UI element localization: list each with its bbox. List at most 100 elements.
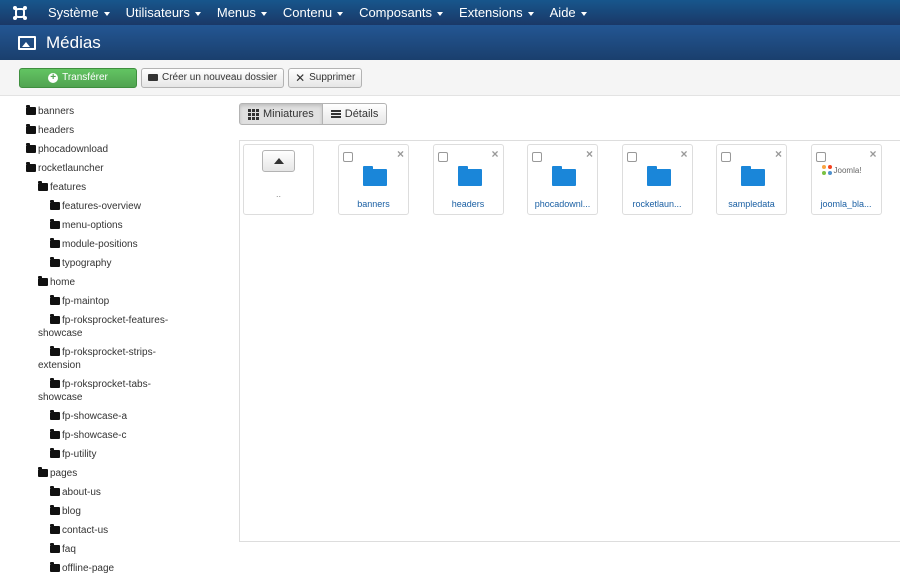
media-folder-thumb[interactable]: × sampledata xyxy=(716,144,787,215)
tree-folder-item[interactable]: banners xyxy=(26,105,74,118)
select-checkbox[interactable] xyxy=(721,152,731,162)
tree-folder-item[interactable]: features xyxy=(38,181,86,194)
folder-icon xyxy=(50,378,60,388)
folder-icon xyxy=(50,257,60,267)
nav-menu-menus[interactable]: Menus xyxy=(209,0,275,25)
tree-folder-item[interactable]: offline-page xyxy=(50,562,114,575)
delete-close-icon[interactable]: × xyxy=(491,148,498,160)
up-button[interactable] xyxy=(262,150,295,172)
select-checkbox[interactable] xyxy=(532,152,542,162)
tree-folder-label: fp-maintop xyxy=(62,296,110,307)
new-folder-button-label: Créer un nouveau dossier xyxy=(162,72,278,83)
media-item-label[interactable]: rocketlaun... xyxy=(623,199,692,209)
tree-folder-label: home xyxy=(50,277,76,288)
folder-tree: banners headers phocadownload rocketlaunche… xyxy=(26,100,226,579)
tree-folder-item[interactable]: fp-showcase-c xyxy=(50,429,126,442)
media-folder-thumb[interactable]: × banners xyxy=(338,144,409,215)
nav-menu-label: Utilisateurs xyxy=(125,5,190,20)
media-image-thumb[interactable]: × Joomla! joomla_bla... xyxy=(810,144,882,215)
view-toggle: Miniatures Détails xyxy=(239,103,388,125)
nav-menu-aide[interactable]: Aide xyxy=(542,0,595,25)
tree-folder-item[interactable]: typography xyxy=(50,257,111,270)
nav-menu-composants[interactable]: Composants xyxy=(351,0,451,25)
new-folder-button[interactable]: Créer un nouveau dossier xyxy=(141,67,285,88)
media-item-label[interactable]: phocadownl... xyxy=(528,199,597,209)
nav-menu-système[interactable]: Système xyxy=(40,0,118,25)
tree-folder-item[interactable]: phocadownload xyxy=(26,143,108,156)
caret-down-icon xyxy=(337,11,344,16)
delete-close-icon[interactable]: × xyxy=(586,148,593,160)
media-item-label[interactable]: joomla_bla... xyxy=(812,199,881,209)
folder-icon xyxy=(50,562,60,572)
joomla-logo-icon xyxy=(821,165,832,175)
folder-icon xyxy=(50,314,60,324)
tree-folder-item[interactable]: headers xyxy=(26,124,74,137)
nav-menu-label: Composants xyxy=(359,5,433,20)
joomla-logo-icon[interactable] xyxy=(0,0,40,25)
tree-folder-item[interactable]: features-overview xyxy=(50,200,141,213)
media-item-label[interactable]: headers xyxy=(434,199,503,209)
media-folder-thumb[interactable]: × rocketlaun... xyxy=(621,144,693,215)
folder-icon xyxy=(50,543,60,553)
remove-icon: ✕ xyxy=(295,70,306,85)
media-folder-thumb[interactable]: × phocadownl... xyxy=(527,144,598,215)
caret-down-icon xyxy=(527,11,534,16)
joomla-image-preview: Joomla! xyxy=(821,165,862,175)
upload-button-label: Transférer xyxy=(62,72,108,83)
folder-icon xyxy=(26,105,36,115)
folder-icon xyxy=(457,166,482,186)
tree-folder-item[interactable]: fp-showcase-a xyxy=(50,410,127,423)
tree-folder-label: faq xyxy=(62,544,76,555)
tree-folder-label: banners xyxy=(38,106,75,117)
tree-folder-item[interactable]: blog xyxy=(50,505,81,518)
tree-folder-item[interactable]: about-us xyxy=(50,486,101,499)
tree-folder-item[interactable]: pages xyxy=(38,467,77,480)
media-item-label[interactable]: banners xyxy=(339,199,408,209)
media-folder-thumb[interactable]: × headers xyxy=(432,144,504,215)
tree-folder-label: fp-showcase-a xyxy=(62,411,128,422)
folder-icon xyxy=(50,524,60,534)
nav-menu-contenu[interactable]: Contenu xyxy=(275,0,351,25)
parent-folder-thumb[interactable]: .. xyxy=(243,144,314,215)
grid-icon xyxy=(248,108,259,120)
tree-folder-item[interactable]: fp-roksprocket-strips-extension xyxy=(38,346,156,372)
folder-icon xyxy=(363,166,387,186)
folder-icon xyxy=(50,448,60,458)
tree-folder-item[interactable]: contact-us xyxy=(50,524,108,537)
caret-down-icon xyxy=(580,11,587,16)
delete-button-label: Supprimer xyxy=(309,72,356,83)
details-view-button[interactable]: Détails xyxy=(322,103,388,125)
tree-folder-label: menu-options xyxy=(62,220,123,231)
delete-close-icon[interactable]: × xyxy=(397,148,404,160)
tree-folder-label-cont: showcase xyxy=(38,392,83,403)
tree-folder-label: blog xyxy=(62,506,81,517)
plus-circle-icon: + xyxy=(48,72,59,83)
tree-folder-item[interactable]: module-positions xyxy=(50,238,138,251)
upload-button[interactable]: + Transférer xyxy=(19,67,137,88)
media-item-label[interactable]: sampledata xyxy=(717,199,786,209)
select-checkbox[interactable] xyxy=(343,152,353,162)
tree-folder-label-cont: extension xyxy=(38,360,81,371)
select-checkbox[interactable] xyxy=(626,152,637,162)
select-checkbox[interactable] xyxy=(815,152,826,162)
tree-folder-item[interactable]: faq xyxy=(50,543,76,556)
media-manager-panel: .. × banners × headers × phocadownl... × rocket… xyxy=(239,140,900,542)
delete-close-icon[interactable]: × xyxy=(869,148,876,160)
thumbnails-view-button[interactable]: Miniatures xyxy=(239,103,323,125)
nav-menu-label: Contenu xyxy=(282,5,333,20)
tree-folder-item[interactable]: rocketlauncher xyxy=(26,162,104,175)
delete-close-icon[interactable]: × xyxy=(680,148,687,160)
tree-folder-item[interactable]: menu-options xyxy=(50,219,123,232)
tree-folder-item[interactable]: fp-roksprocket-features-showcase xyxy=(38,314,168,340)
tree-folder-item[interactable]: fp-roksprocket-tabs-showcase xyxy=(38,378,151,404)
tree-folder-label: rocketlauncher xyxy=(38,163,104,174)
delete-close-icon[interactable]: × xyxy=(775,148,782,160)
nav-menu-utilisateurs[interactable]: Utilisateurs xyxy=(118,0,209,25)
tree-folder-item[interactable]: home xyxy=(38,276,75,289)
tree-folder-item[interactable]: fp-maintop xyxy=(50,295,109,308)
nav-menu-extensions[interactable]: Extensions xyxy=(451,0,542,25)
delete-button[interactable]: ✕ Supprimer xyxy=(288,67,363,88)
select-checkbox[interactable] xyxy=(437,152,448,162)
tree-folder-item[interactable]: fp-utility xyxy=(50,448,96,461)
folder-icon xyxy=(552,166,576,186)
